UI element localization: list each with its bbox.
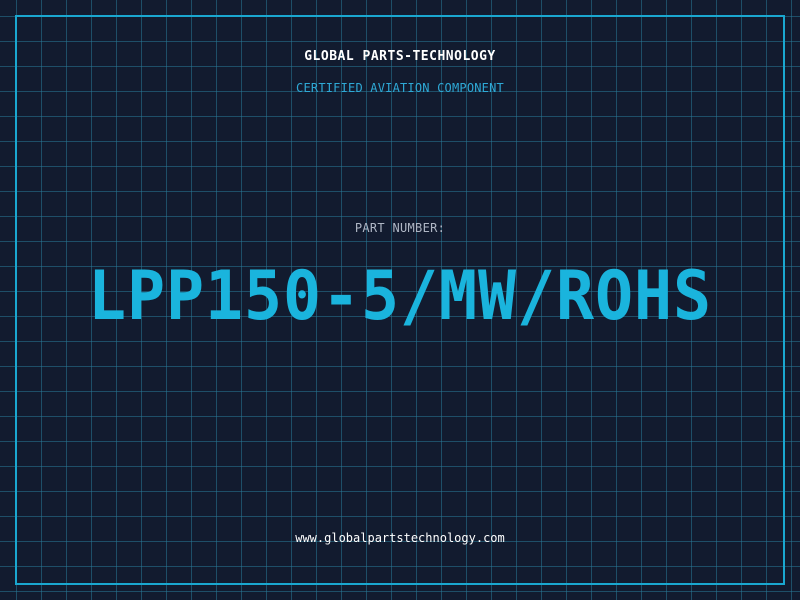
brand-title: GLOBAL PARTS-TECHNOLOGY bbox=[304, 49, 496, 64]
part-number-value: LPP150-5/MW/ROHS bbox=[87, 257, 713, 336]
website-url: www.globalpartstechnology.com bbox=[295, 531, 505, 545]
certification-subtitle: CERTIFIED AVIATION COMPONENT bbox=[296, 81, 504, 95]
component-card: GLOBAL PARTS-TECHNOLOGY CERTIFIED AVIATI… bbox=[0, 0, 800, 600]
part-number-label: PART NUMBER: bbox=[354, 221, 446, 235]
